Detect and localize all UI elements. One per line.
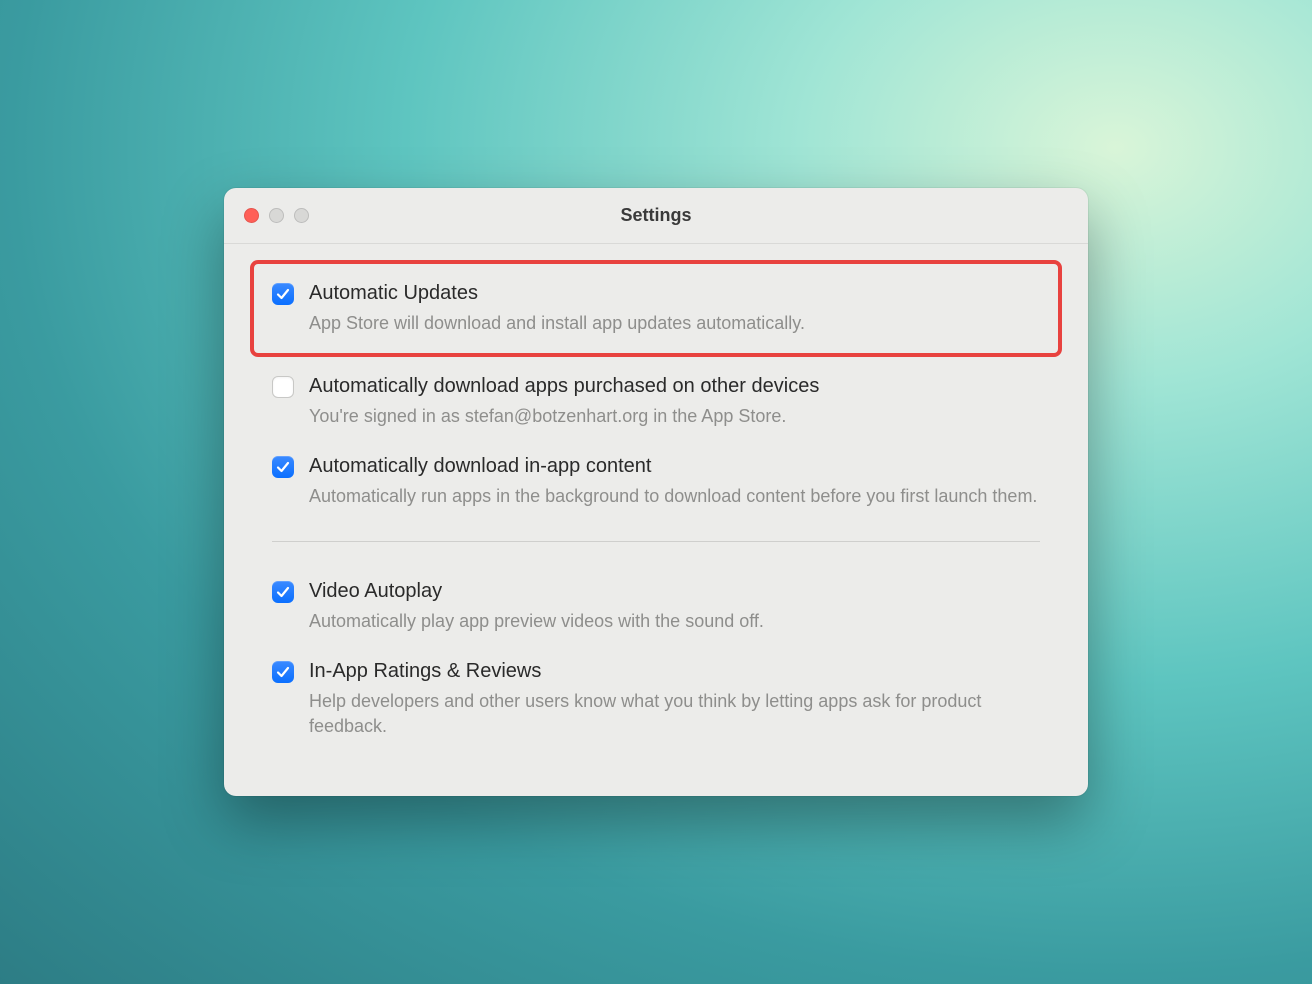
setting-description: Automatically run apps in the background… xyxy=(309,484,1040,509)
setting-description: App Store will download and install app … xyxy=(309,311,1040,336)
maximize-button[interactable] xyxy=(294,208,309,223)
setting-video-autoplay: Video Autoplay Automatically play app pr… xyxy=(272,570,1040,650)
checkmark-icon xyxy=(276,585,290,599)
setting-text: In-App Ratings & Reviews Help developers… xyxy=(309,658,1040,739)
setting-title: Automatically download in-app content xyxy=(309,453,1040,479)
setting-text: Automatic Updates App Store will downloa… xyxy=(309,280,1040,336)
window-title: Settings xyxy=(224,205,1088,226)
setting-text: Automatically download in-app content Au… xyxy=(309,453,1040,509)
checkbox-auto-download-inapp[interactable] xyxy=(272,456,294,478)
content-area: Automatic Updates App Store will downloa… xyxy=(224,244,1088,795)
setting-description: Help developers and other users know wha… xyxy=(309,689,1040,739)
setting-text: Video Autoplay Automatically play app pr… xyxy=(309,578,1040,634)
setting-title: Automatic Updates xyxy=(309,280,1040,306)
setting-description: Automatically play app preview videos wi… xyxy=(309,609,1040,634)
checkmark-icon xyxy=(276,460,290,474)
setting-text: Automatically download apps purchased on… xyxy=(309,373,1040,429)
setting-title: Video Autoplay xyxy=(309,578,1040,604)
checkmark-icon xyxy=(276,287,290,301)
divider xyxy=(272,541,1040,542)
setting-ratings-reviews: In-App Ratings & Reviews Help developers… xyxy=(272,650,1040,755)
setting-title: Automatically download apps purchased on… xyxy=(309,373,1040,399)
setting-automatic-updates: Automatic Updates App Store will downloa… xyxy=(272,272,1040,352)
checkmark-icon xyxy=(276,665,290,679)
minimize-button[interactable] xyxy=(269,208,284,223)
checkbox-ratings-reviews[interactable] xyxy=(272,661,294,683)
checkbox-video-autoplay[interactable] xyxy=(272,581,294,603)
checkbox-auto-download-purchased[interactable] xyxy=(272,376,294,398)
setting-auto-download-inapp: Automatically download in-app content Au… xyxy=(272,445,1040,525)
setting-auto-download-purchased: Automatically download apps purchased on… xyxy=(272,365,1040,445)
setting-description: You're signed in as stefan@botzenhart.or… xyxy=(309,404,1040,429)
setting-title: In-App Ratings & Reviews xyxy=(309,658,1040,684)
close-button[interactable] xyxy=(244,208,259,223)
traffic-lights xyxy=(244,208,309,223)
settings-window: Settings Automatic Updates App Store wil… xyxy=(224,188,1088,795)
titlebar: Settings xyxy=(224,188,1088,244)
checkbox-automatic-updates[interactable] xyxy=(272,283,294,305)
